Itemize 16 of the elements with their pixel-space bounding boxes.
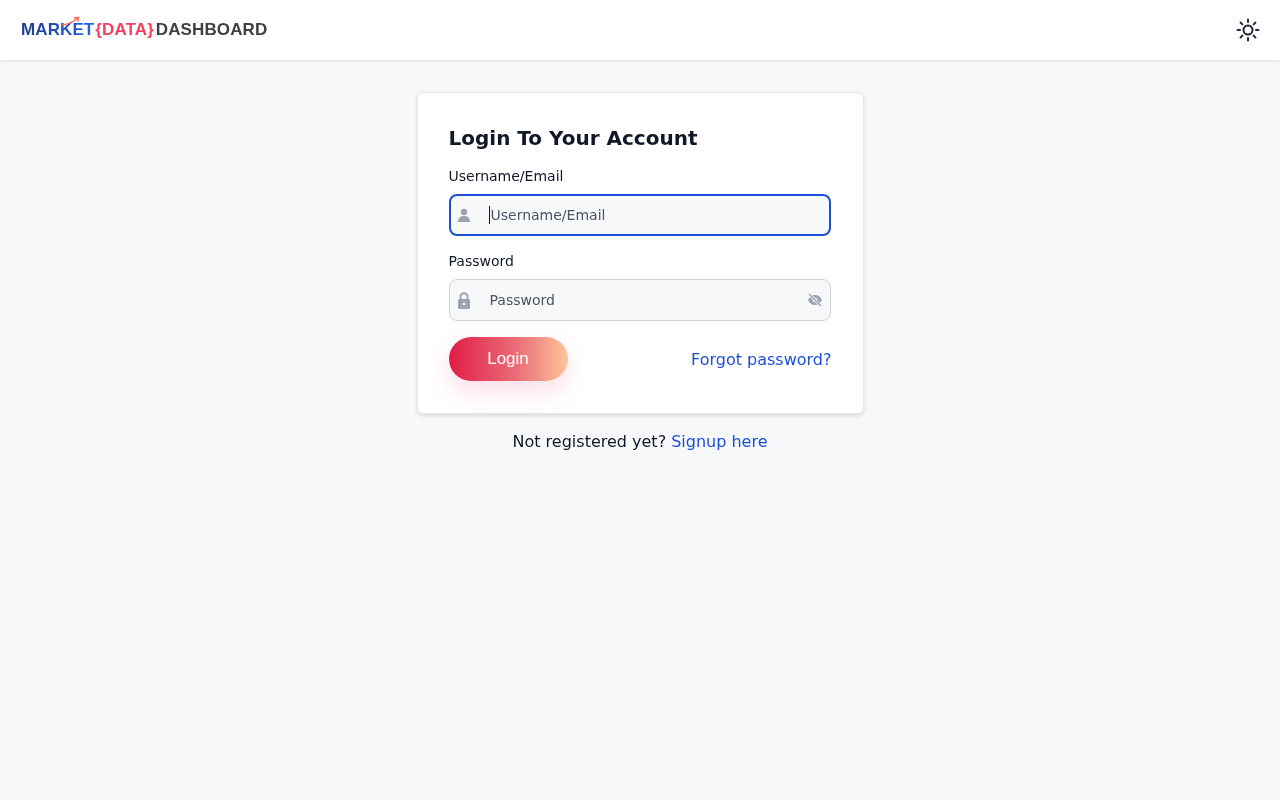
forgot-password-link[interactable]: Forgot password? [691, 349, 832, 369]
logo-dashboard-text: DASHBOARD [155, 20, 268, 40]
lock-icon [456, 291, 471, 309]
field-label: Username/Email [448, 167, 565, 186]
signup-link[interactable]: Signup here [671, 430, 768, 454]
password-field[interactable]: Password [448, 279, 831, 321]
sun-icon [1236, 18, 1260, 42]
username-field[interactable]: Username/Email [448, 194, 831, 236]
logo-data-text: {DATA} [95, 20, 154, 40]
theme-toggle-button[interactable] [1236, 18, 1260, 42]
login-button[interactable]: Login [448, 337, 568, 381]
login-title: Login To Your Account [448, 125, 699, 152]
user-icon [456, 208, 471, 222]
eye-slash-icon [806, 293, 823, 307]
signup-prompt: Not registered yet? [512, 431, 667, 453]
field-label: Password [448, 252, 515, 271]
